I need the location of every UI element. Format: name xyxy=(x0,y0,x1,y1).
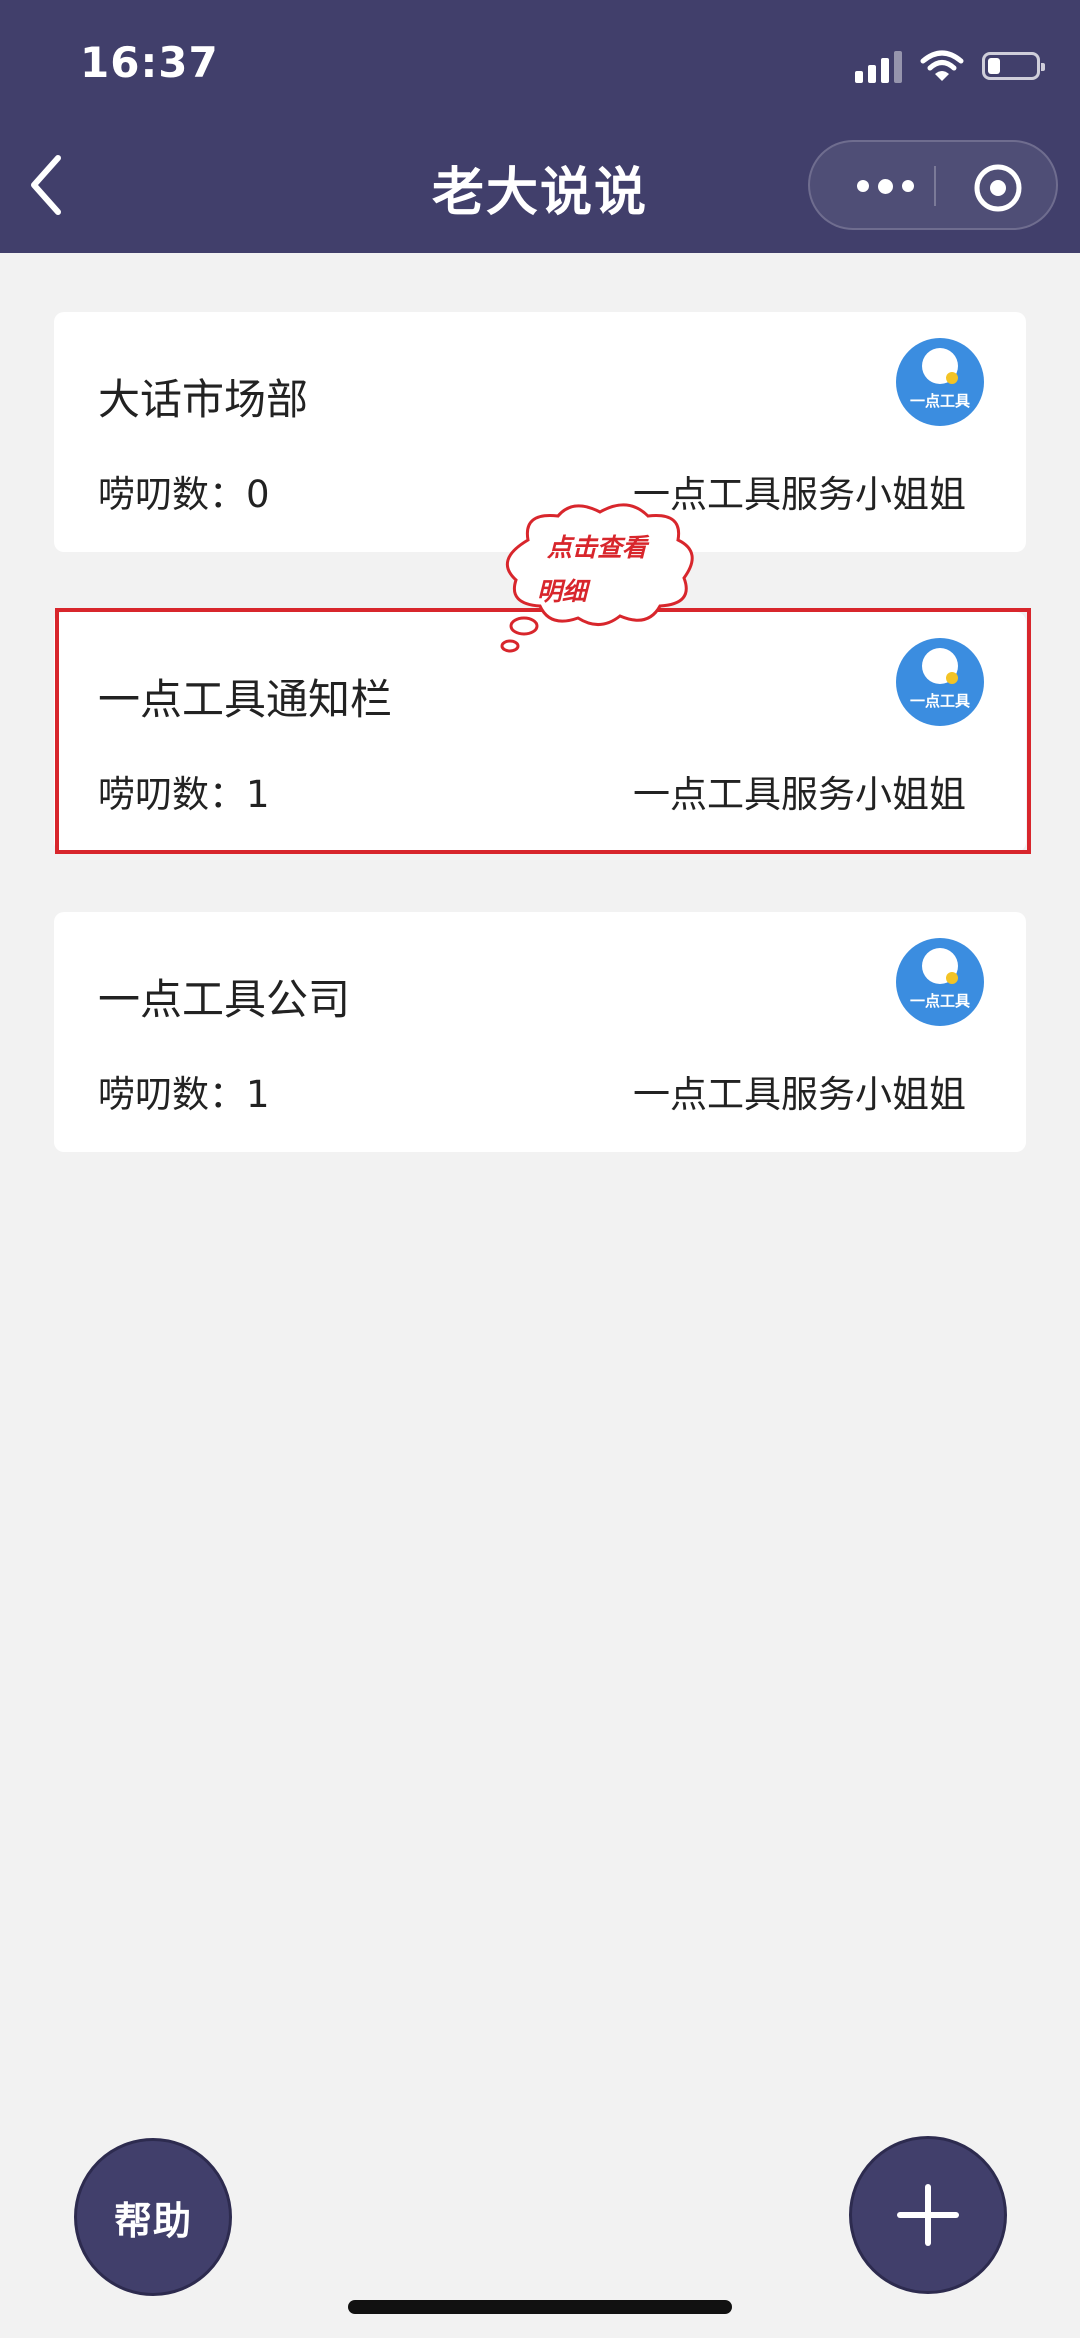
plus-icon xyxy=(897,2184,959,2246)
cellular-signal-icon xyxy=(855,49,902,83)
logo-text: 一点工具 xyxy=(909,992,970,1010)
capsule-divider xyxy=(934,166,936,206)
card-author: 一点工具服务小姐姐 xyxy=(633,1073,966,1116)
status-icons xyxy=(855,46,1045,86)
wifi-icon xyxy=(920,50,964,81)
hint-thought-bubble: 点击查看 明细 xyxy=(488,500,708,660)
app-header: 16:37 老大说说 xyxy=(0,0,1080,253)
home-indicator xyxy=(348,2300,732,2314)
list-item[interactable]: 一点工具公司 唠叨数：1 一点工具服务小姐姐 一点工具 xyxy=(54,912,1026,1152)
card-count: 唠叨数：1 xyxy=(98,1073,270,1116)
help-label: 帮助 xyxy=(113,2198,192,2243)
battery-icon xyxy=(982,52,1045,80)
company-logo-icon: 一点工具 xyxy=(896,338,984,426)
add-button[interactable] xyxy=(849,2136,1007,2294)
help-button[interactable]: 帮助 xyxy=(74,2138,232,2296)
company-logo-icon: 一点工具 xyxy=(896,938,984,1026)
miniprogram-capsule xyxy=(808,140,1058,230)
more-dots-icon[interactable] xyxy=(840,166,930,206)
logo-text: 一点工具 xyxy=(909,392,970,410)
hint-line-2: 明细 xyxy=(536,577,587,606)
card-count: 唠叨数：0 xyxy=(98,473,270,516)
card-title: 一点工具公司 xyxy=(98,975,351,1024)
target-close-icon[interactable] xyxy=(972,162,1024,214)
status-time: 16:37 xyxy=(80,38,219,87)
hint-line-1: 点击查看 xyxy=(546,533,647,562)
card-title: 大话市场部 xyxy=(98,375,309,424)
